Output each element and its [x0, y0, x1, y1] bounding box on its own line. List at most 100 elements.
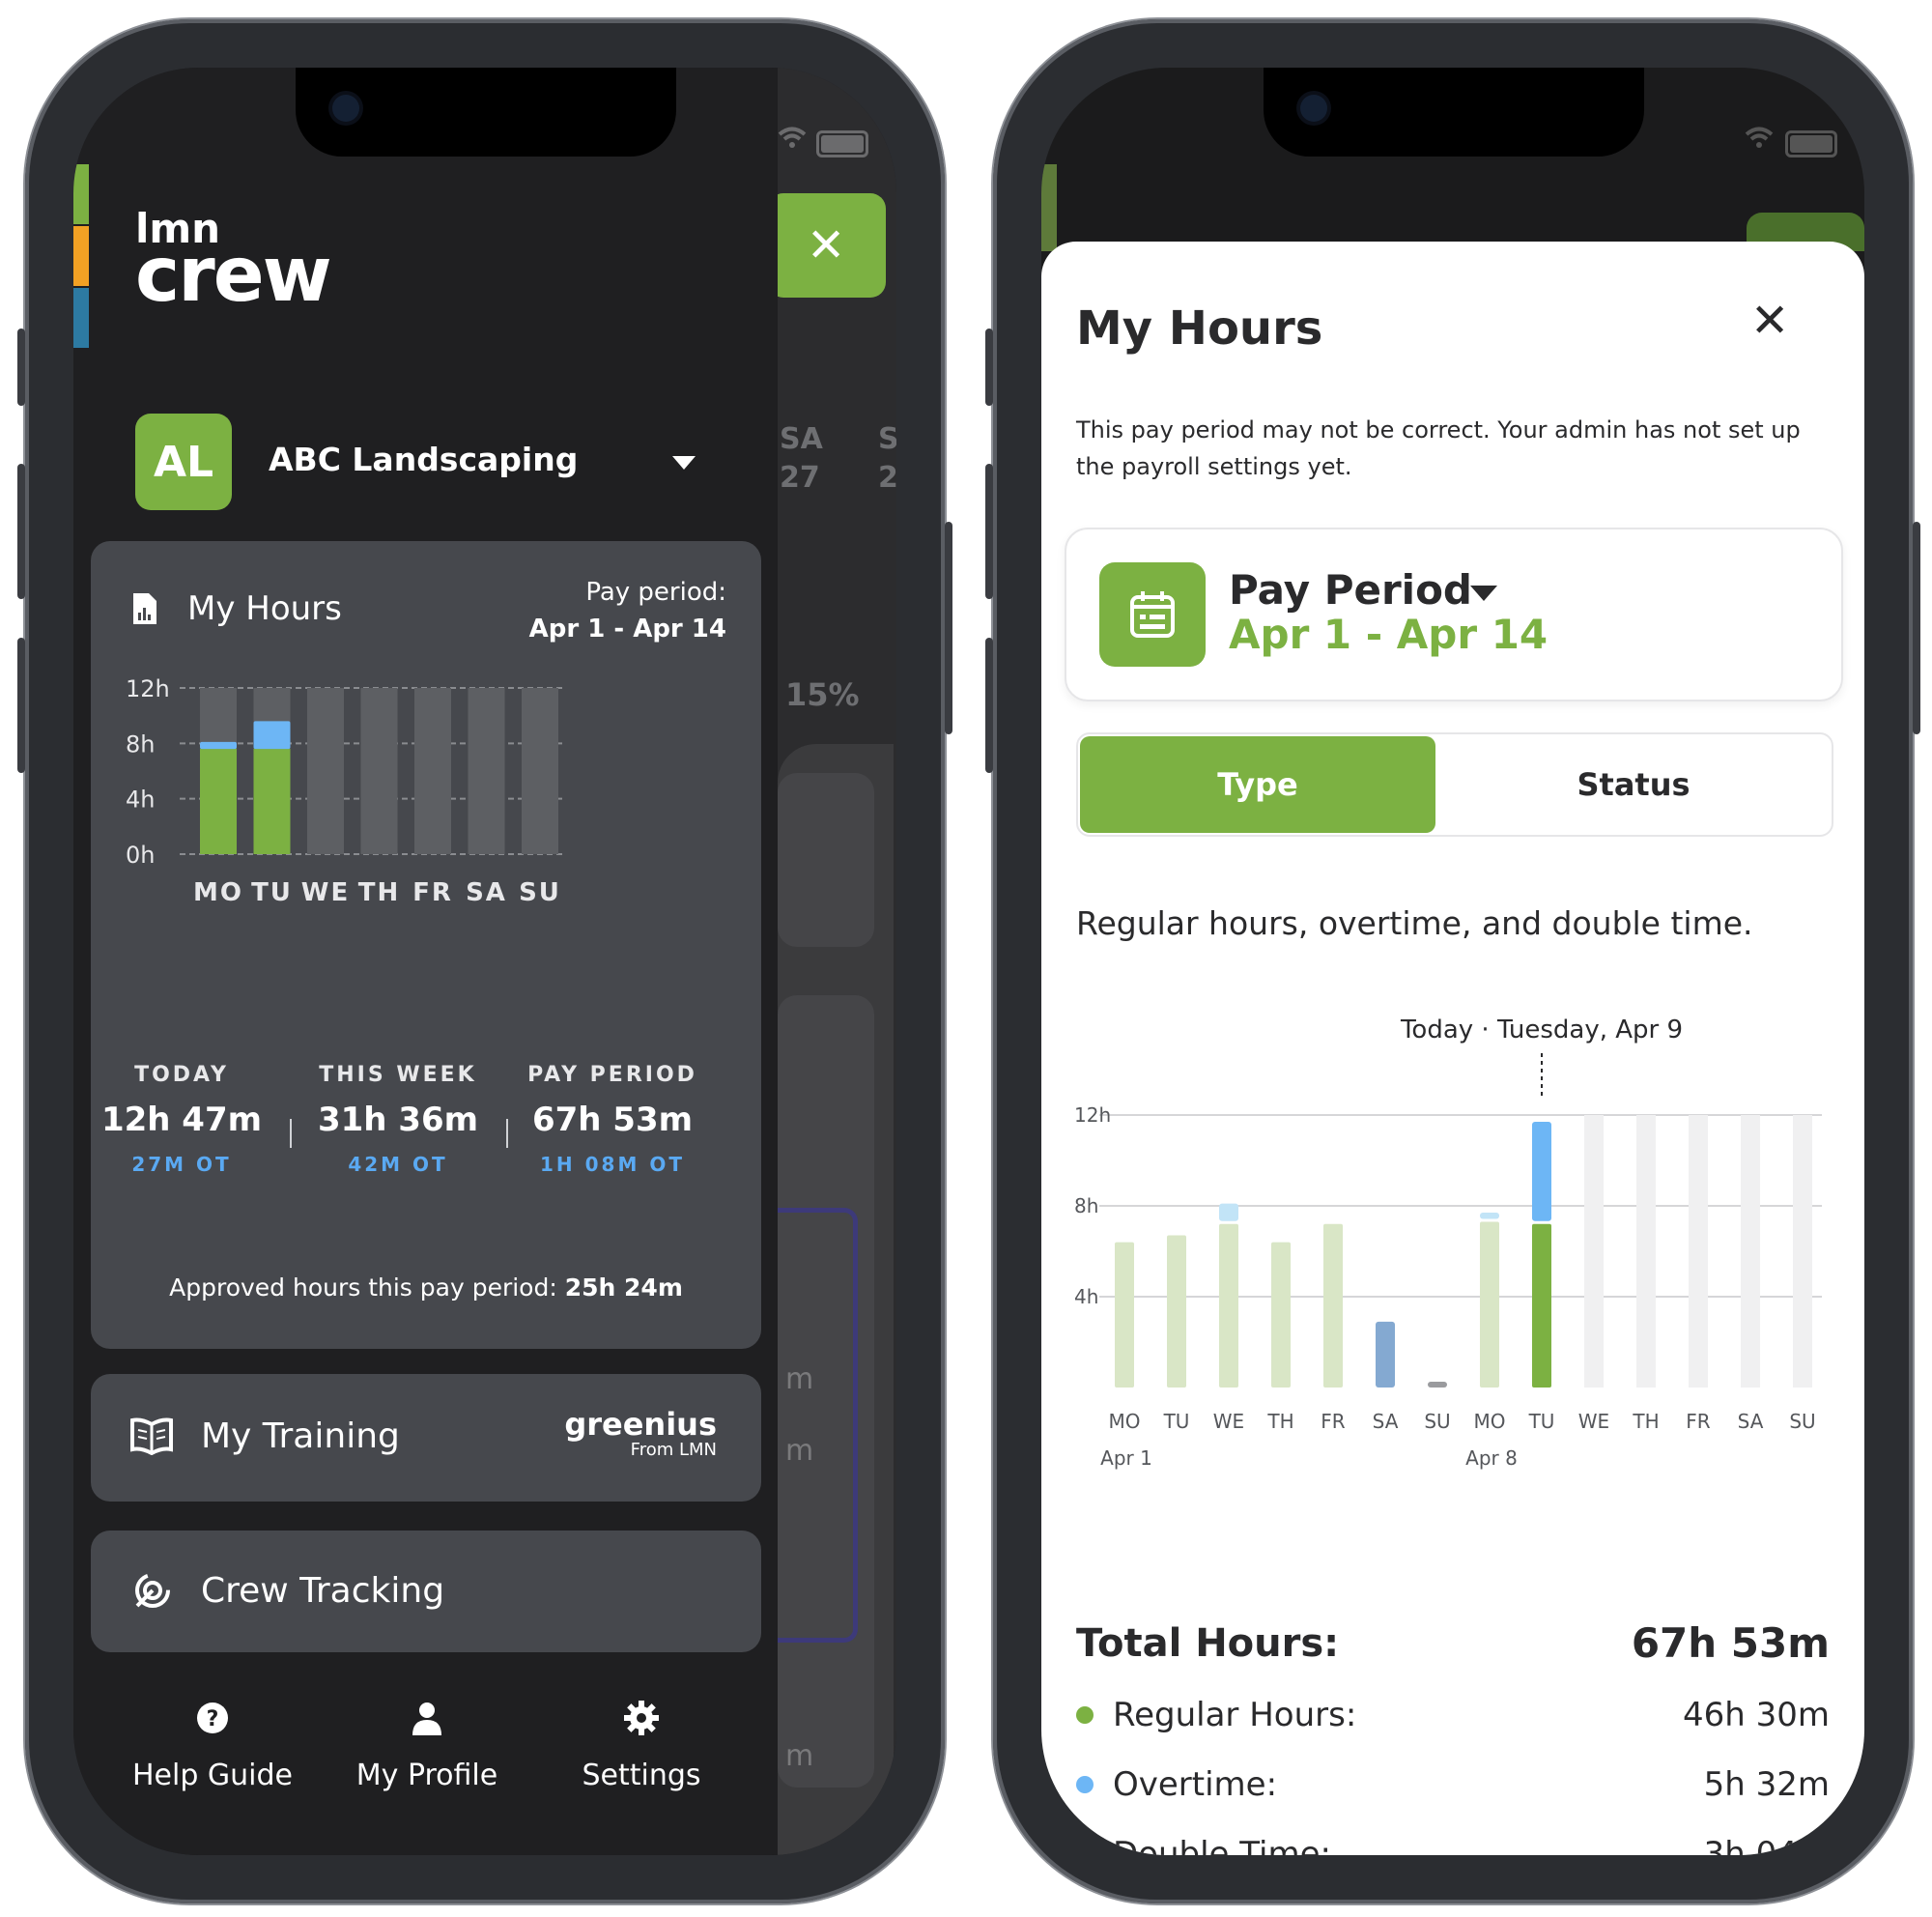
battery-icon	[1785, 130, 1837, 157]
bar-double-time[interactable]	[1428, 1382, 1447, 1388]
bar-overtime[interactable]	[1480, 1213, 1499, 1219]
nav-label: Help Guide	[131, 1759, 294, 1792]
legend-dot	[1076, 1706, 1094, 1724]
stat-divider	[506, 1119, 508, 1148]
day-label: WE	[301, 878, 350, 907]
day-label: FR	[1686, 1410, 1711, 1433]
peek-text: m	[785, 1362, 814, 1396]
tab-type[interactable]: Type	[1080, 736, 1435, 833]
day-label: TU	[1528, 1410, 1555, 1433]
bar-regular[interactable]	[1167, 1235, 1186, 1388]
bar-regular[interactable]	[253, 749, 291, 854]
legend-dot	[1076, 1845, 1094, 1855]
left-screen: ✕ SA 27 SU 2 15% m m m	[73, 68, 896, 1855]
day-label: SU	[1789, 1410, 1815, 1433]
total-label: Total Hours:	[1076, 1620, 1340, 1666]
bar-background	[468, 688, 505, 854]
bar-overtime[interactable]	[1219, 1203, 1238, 1221]
day-label: MO	[1474, 1410, 1506, 1433]
totals-row-label-group: Regular Hours:	[1076, 1696, 1356, 1734]
nav-label: Settings	[582, 1759, 701, 1792]
totals-row-value: 5h 32m	[1703, 1765, 1830, 1804]
bar-future	[1689, 1115, 1708, 1388]
hours-stats: TODAY 12h 47m 27M OT THIS WEEK 31h 36m 42M OT…	[91, 1063, 761, 1188]
day-label: WE	[1213, 1410, 1244, 1433]
total-value: 67h 53m	[1631, 1619, 1830, 1667]
stat-overtime: 1H 08M OT	[540, 1153, 685, 1176]
nav-my-profile[interactable]: My Profile	[321, 1701, 533, 1792]
stat-value: 12h 47m	[100, 1101, 263, 1139]
crew-tracking-item[interactable]: Crew Tracking	[91, 1531, 761, 1652]
total-hours-row: Total Hours: 67h 53m	[1076, 1619, 1830, 1667]
day-label: SA	[1373, 1410, 1399, 1433]
totals-row-value: 46h 30m	[1682, 1696, 1830, 1734]
my-training-item[interactable]: My Training greenius From LMN	[91, 1374, 761, 1502]
pay-period-range: Apr 1 - Apr 14	[1229, 611, 1548, 658]
stat-value: 31h 36m	[317, 1101, 479, 1139]
day-label: TH	[1266, 1410, 1293, 1433]
week-start-label: Apr 1	[1100, 1446, 1152, 1470]
company-selector[interactable]: AL ABC Landscaping	[135, 414, 715, 510]
calendar-icon	[1099, 562, 1206, 667]
peek-day: SA	[780, 422, 823, 456]
bar-overtime[interactable]	[1532, 1122, 1551, 1221]
my-hours-card[interactable]: My Hours Pay period: Apr 1 - Apr 14 12h 8…	[91, 541, 761, 1349]
peek-panel: m m m	[778, 744, 894, 1855]
today-annotation: Today · Tuesday, Apr 9	[1400, 1016, 1683, 1044]
approved-hours: Approved hours this pay period: 25h 24m	[91, 1273, 761, 1302]
bar-background	[522, 688, 558, 854]
pay-period-hours-chart: 12h 8h 4h MO TU WE TH FR SA SU MO TU WE TH FR SA SU Apr 1…	[1074, 1016, 1822, 1470]
navigation-drawer: lmn crew AL ABC Landscaping My Hours Pay…	[73, 68, 778, 1855]
day-label: TH	[358, 878, 401, 907]
day-label: SU	[519, 878, 561, 907]
wifi-icon	[778, 126, 807, 148]
tab-status[interactable]: Status	[1439, 736, 1828, 833]
my-hours-sheet: My Hours ✕ This pay period may not be co…	[1041, 242, 1864, 1855]
y-tick-label: 4h	[126, 787, 155, 814]
bar-future	[1636, 1115, 1656, 1388]
type-status-toggle: Type Status	[1076, 732, 1833, 837]
caret-down-icon	[672, 456, 696, 470]
bar-regular[interactable]	[200, 749, 237, 854]
legend-dot	[1076, 1776, 1094, 1793]
totals-row-label: Overtime:	[1113, 1765, 1278, 1804]
weekly-hours-chart: 12h 8h 4h 0h MO TU WE TH FR SA SU	[126, 675, 566, 907]
bar-regular[interactable]	[1532, 1223, 1551, 1388]
my-training-label: My Training	[201, 1416, 400, 1456]
bar-regular[interactable]	[1271, 1242, 1291, 1388]
profile-icon	[410, 1701, 444, 1739]
stat-divider	[290, 1119, 292, 1148]
sheet-title: My Hours	[1076, 301, 1323, 356]
stat-this-week: THIS WEEK 31h 36m 42M OT	[282, 1063, 514, 1176]
bar-double-time[interactable]	[1376, 1321, 1395, 1388]
y-tick-label: 8h	[126, 730, 155, 758]
caret-down-icon	[1470, 586, 1497, 601]
pay-period-label: Pay Period	[1229, 566, 1472, 614]
nav-settings[interactable]: Settings	[535, 1701, 748, 1792]
day-label: FR	[1321, 1410, 1346, 1433]
week-start-label: Apr 8	[1465, 1446, 1518, 1470]
stat-value: 67h 53m	[531, 1101, 694, 1139]
close-drawer-button[interactable]: ✕	[768, 193, 886, 298]
close-icon: ✕	[807, 218, 846, 272]
peek-day: SU	[878, 422, 896, 456]
close-icon[interactable]: ✕	[1750, 298, 1789, 344]
day-label: TU	[1163, 1410, 1190, 1433]
nav-help-guide[interactable]: ? Help Guide	[106, 1701, 319, 1792]
day-label: TH	[1632, 1410, 1659, 1433]
side-button	[945, 522, 952, 734]
totals-row-label: Double Time:	[1113, 1835, 1331, 1855]
bar-regular[interactable]	[1219, 1223, 1238, 1388]
battery-icon	[816, 130, 868, 157]
bar-overtime[interactable]	[200, 741, 237, 750]
stat-label: TODAY	[134, 1063, 229, 1087]
greenius-logo: greenius From LMN	[564, 1409, 717, 1460]
bar-regular[interactable]	[1323, 1223, 1343, 1388]
bar-overtime[interactable]	[253, 721, 291, 750]
pay-period-selector[interactable]: Pay Period Apr 1 - Apr 14	[1065, 528, 1843, 701]
book-icon	[129, 1416, 174, 1456]
bar-regular[interactable]	[1480, 1221, 1499, 1388]
bar-regular[interactable]	[1115, 1242, 1134, 1388]
greenius-text: greenius	[564, 1406, 717, 1443]
peek-date: 2	[878, 461, 896, 495]
